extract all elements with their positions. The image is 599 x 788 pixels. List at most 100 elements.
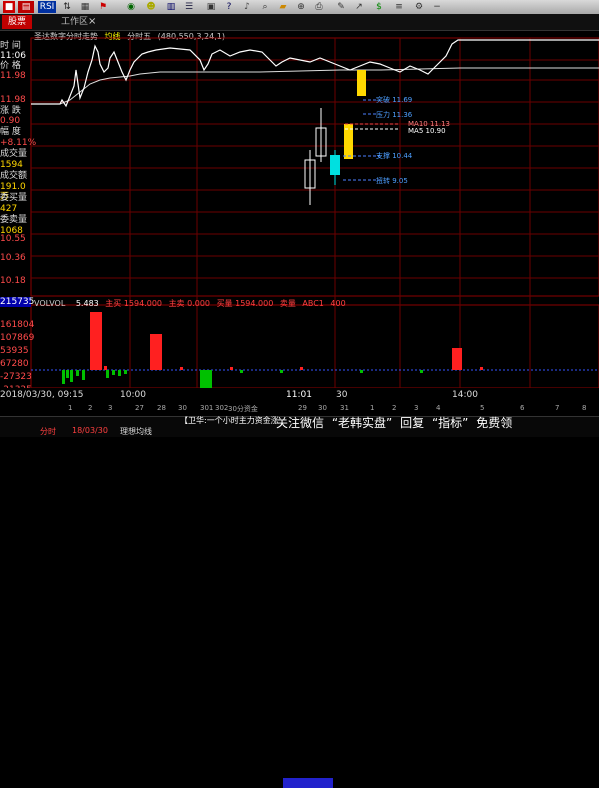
ind-v3: 0.000: [187, 299, 211, 308]
chart-title: 圣达数字分时走势: [34, 32, 98, 41]
small-tick: 6: [520, 404, 525, 412]
flag-icon[interactable]: ⚑: [96, 1, 110, 13]
ind-bar-red-2: [150, 334, 162, 370]
tab-stock[interactable]: 股票: [2, 15, 33, 29]
arrow-icon[interactable]: ↗: [352, 1, 366, 13]
toolbar: ■ ▤ RSI ⇅ ▦ ⚑ ◉ ☻ ▥ ☰ ▣ ? ♪ ⌕ ▰ ⊕ ⎙ ✎ ↗ …: [0, 0, 599, 15]
small-tick: 302: [215, 404, 229, 412]
small-tick: 8: [582, 404, 587, 412]
candle-4: [344, 124, 353, 159]
ind-l2: 主买: [105, 299, 122, 308]
price-line: [31, 39, 599, 108]
ind-name[interactable]: VOLVOL: [34, 299, 65, 308]
close-icon[interactable]: ×: [88, 15, 96, 29]
bell-icon[interactable]: ♪: [240, 1, 254, 13]
buy-value: 427: [0, 204, 18, 214]
folder-icon[interactable]: ▰: [276, 1, 290, 13]
ind-v5: ABC1: [302, 299, 324, 308]
annotation-ma5: MA5 10.90: [408, 127, 446, 135]
indicator-panel-frame: [30, 304, 599, 389]
rsi-icon[interactable]: RSI: [38, 1, 56, 13]
watermark-5: 免费领: [476, 416, 513, 430]
small-tick: 1: [370, 404, 375, 412]
ind-l3: 主卖: [168, 299, 185, 308]
chart-mode[interactable]: 均线: [105, 32, 121, 41]
price-panel-frame: [30, 37, 599, 297]
candle-3: [330, 155, 340, 175]
gear-icon[interactable]: ⚙: [412, 1, 426, 13]
zoom-icon[interactable]: ⊕: [294, 1, 308, 13]
annotation-support: 支撑 10.44: [376, 152, 413, 160]
lines-icon[interactable]: ≡: [392, 1, 406, 13]
chart-icon[interactable]: ▤: [18, 1, 34, 13]
small-tick: 30: [178, 404, 187, 412]
price-label: 价 格: [0, 61, 21, 71]
ind-v1: 5.483: [75, 299, 99, 308]
annotation-break-up: 突破 11.69: [376, 96, 413, 104]
watermark-2: “老韩实盘”: [331, 416, 393, 430]
help-icon[interactable]: ?: [222, 1, 236, 13]
ind-v2: 1594.000: [123, 299, 163, 308]
row2-date: 18/03/30: [72, 426, 108, 435]
axis-ind-5: -27323: [0, 372, 32, 382]
chart-period[interactable]: 分时五: [127, 32, 151, 41]
axis-price-3: 10.18: [0, 276, 26, 286]
grid-icon[interactable]: ▦: [78, 1, 92, 13]
small-tick: 3: [414, 404, 419, 412]
indicator-header: VOLVOL 5.483 主买 1594.000 主卖 0.000 买量 159…: [34, 298, 346, 309]
time-cursor: 11:01: [286, 390, 312, 400]
small-tick: 31: [340, 404, 349, 412]
candle-1: [304, 159, 316, 189]
ind-l5: 卖量: [279, 299, 296, 308]
time-axis: 2018/03/30, 09:15 10:00 11:01 30 14:00: [0, 388, 599, 788]
book-icon[interactable]: ▥: [164, 1, 178, 13]
ind-v4: 1594.000: [235, 299, 274, 308]
chart-info: (480,550,3,24,1): [157, 32, 225, 41]
axis-price-1: 10.55: [0, 234, 26, 244]
window-icon[interactable]: ■: [3, 1, 15, 13]
vol-label: 成交量: [0, 149, 28, 159]
people-icon[interactable]: ☻: [144, 1, 158, 13]
sell-label: 委卖量: [0, 215, 28, 225]
axis-ind-1: 161804: [0, 320, 35, 330]
change-value: 0.90: [0, 116, 21, 126]
money-icon[interactable]: $: [372, 1, 386, 13]
minus-icon[interactable]: −: [430, 1, 444, 13]
list-icon[interactable]: ☰: [182, 1, 196, 13]
ind-bar-red-3: [452, 348, 462, 370]
globe-icon[interactable]: ◉: [124, 1, 138, 13]
sort-icon[interactable]: ⇅: [60, 1, 74, 13]
small-tick: 1: [68, 404, 73, 412]
candle-5: [357, 70, 366, 96]
small-tick: 30分资金: [228, 405, 258, 413]
tool-icon[interactable]: ✎: [334, 1, 348, 13]
calc-icon[interactable]: ▣: [204, 1, 218, 13]
time-grid: [129, 38, 531, 388]
ind-bar-red-1: [90, 312, 102, 370]
ind-green-bars: [62, 370, 423, 390]
small-tick: 2: [88, 404, 93, 412]
row2-label[interactable]: 理想均线: [120, 426, 152, 437]
search-icon[interactable]: ⌕: [258, 1, 272, 13]
time-value: 11:06: [0, 51, 26, 61]
print-icon[interactable]: ⎙: [312, 1, 326, 13]
small-tick: 2: [392, 404, 397, 412]
small-tick: 5: [480, 404, 485, 412]
axis-ind-0: 215735: [0, 297, 35, 307]
time-30: 30: [336, 390, 348, 400]
intraday-chart[interactable]: [0, 0, 599, 436]
price-value: 11.98: [0, 71, 26, 81]
time-1400: 14:00: [452, 390, 478, 400]
row2-mode[interactable]: 分时: [40, 426, 56, 437]
small-tick: 27: [135, 404, 144, 412]
small-tick: 301: [200, 404, 214, 412]
watermark-1: 关注微信: [276, 416, 325, 430]
time-start: 2018/03/30, 09:15: [0, 390, 84, 400]
ind-l4: 买量: [216, 299, 233, 308]
watermark-3: 回复: [400, 416, 425, 430]
axis-price-2: 10.36: [0, 253, 26, 263]
quote-panel: 时 间 11:06 价 格 11.98 11.98 涨 跌 0.90 幅 度 +…: [0, 30, 36, 436]
amt-label: 成交额: [0, 171, 28, 181]
chart-header: 圣达数字分时走势 均线 分时五 (480,550,3,24,1): [34, 31, 225, 42]
ticker-message[interactable]: 【卫华:一个小时主力资金涨: [180, 415, 279, 426]
